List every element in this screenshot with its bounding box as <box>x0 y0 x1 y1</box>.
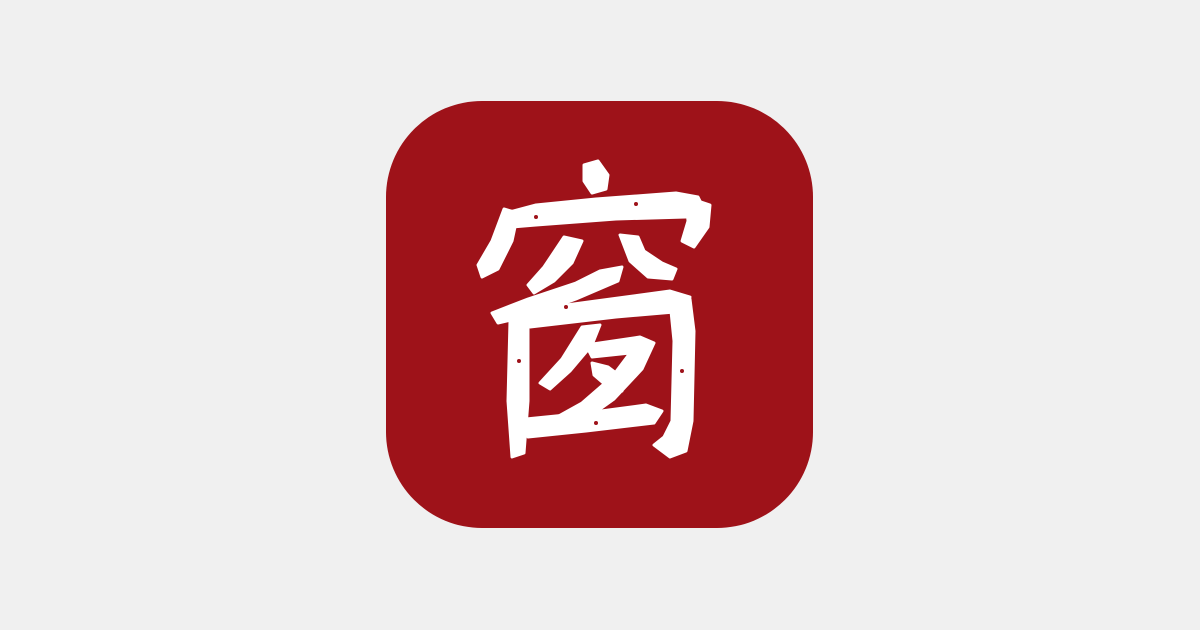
app-logo-glyph <box>476 159 712 459</box>
app-icon <box>386 101 813 528</box>
